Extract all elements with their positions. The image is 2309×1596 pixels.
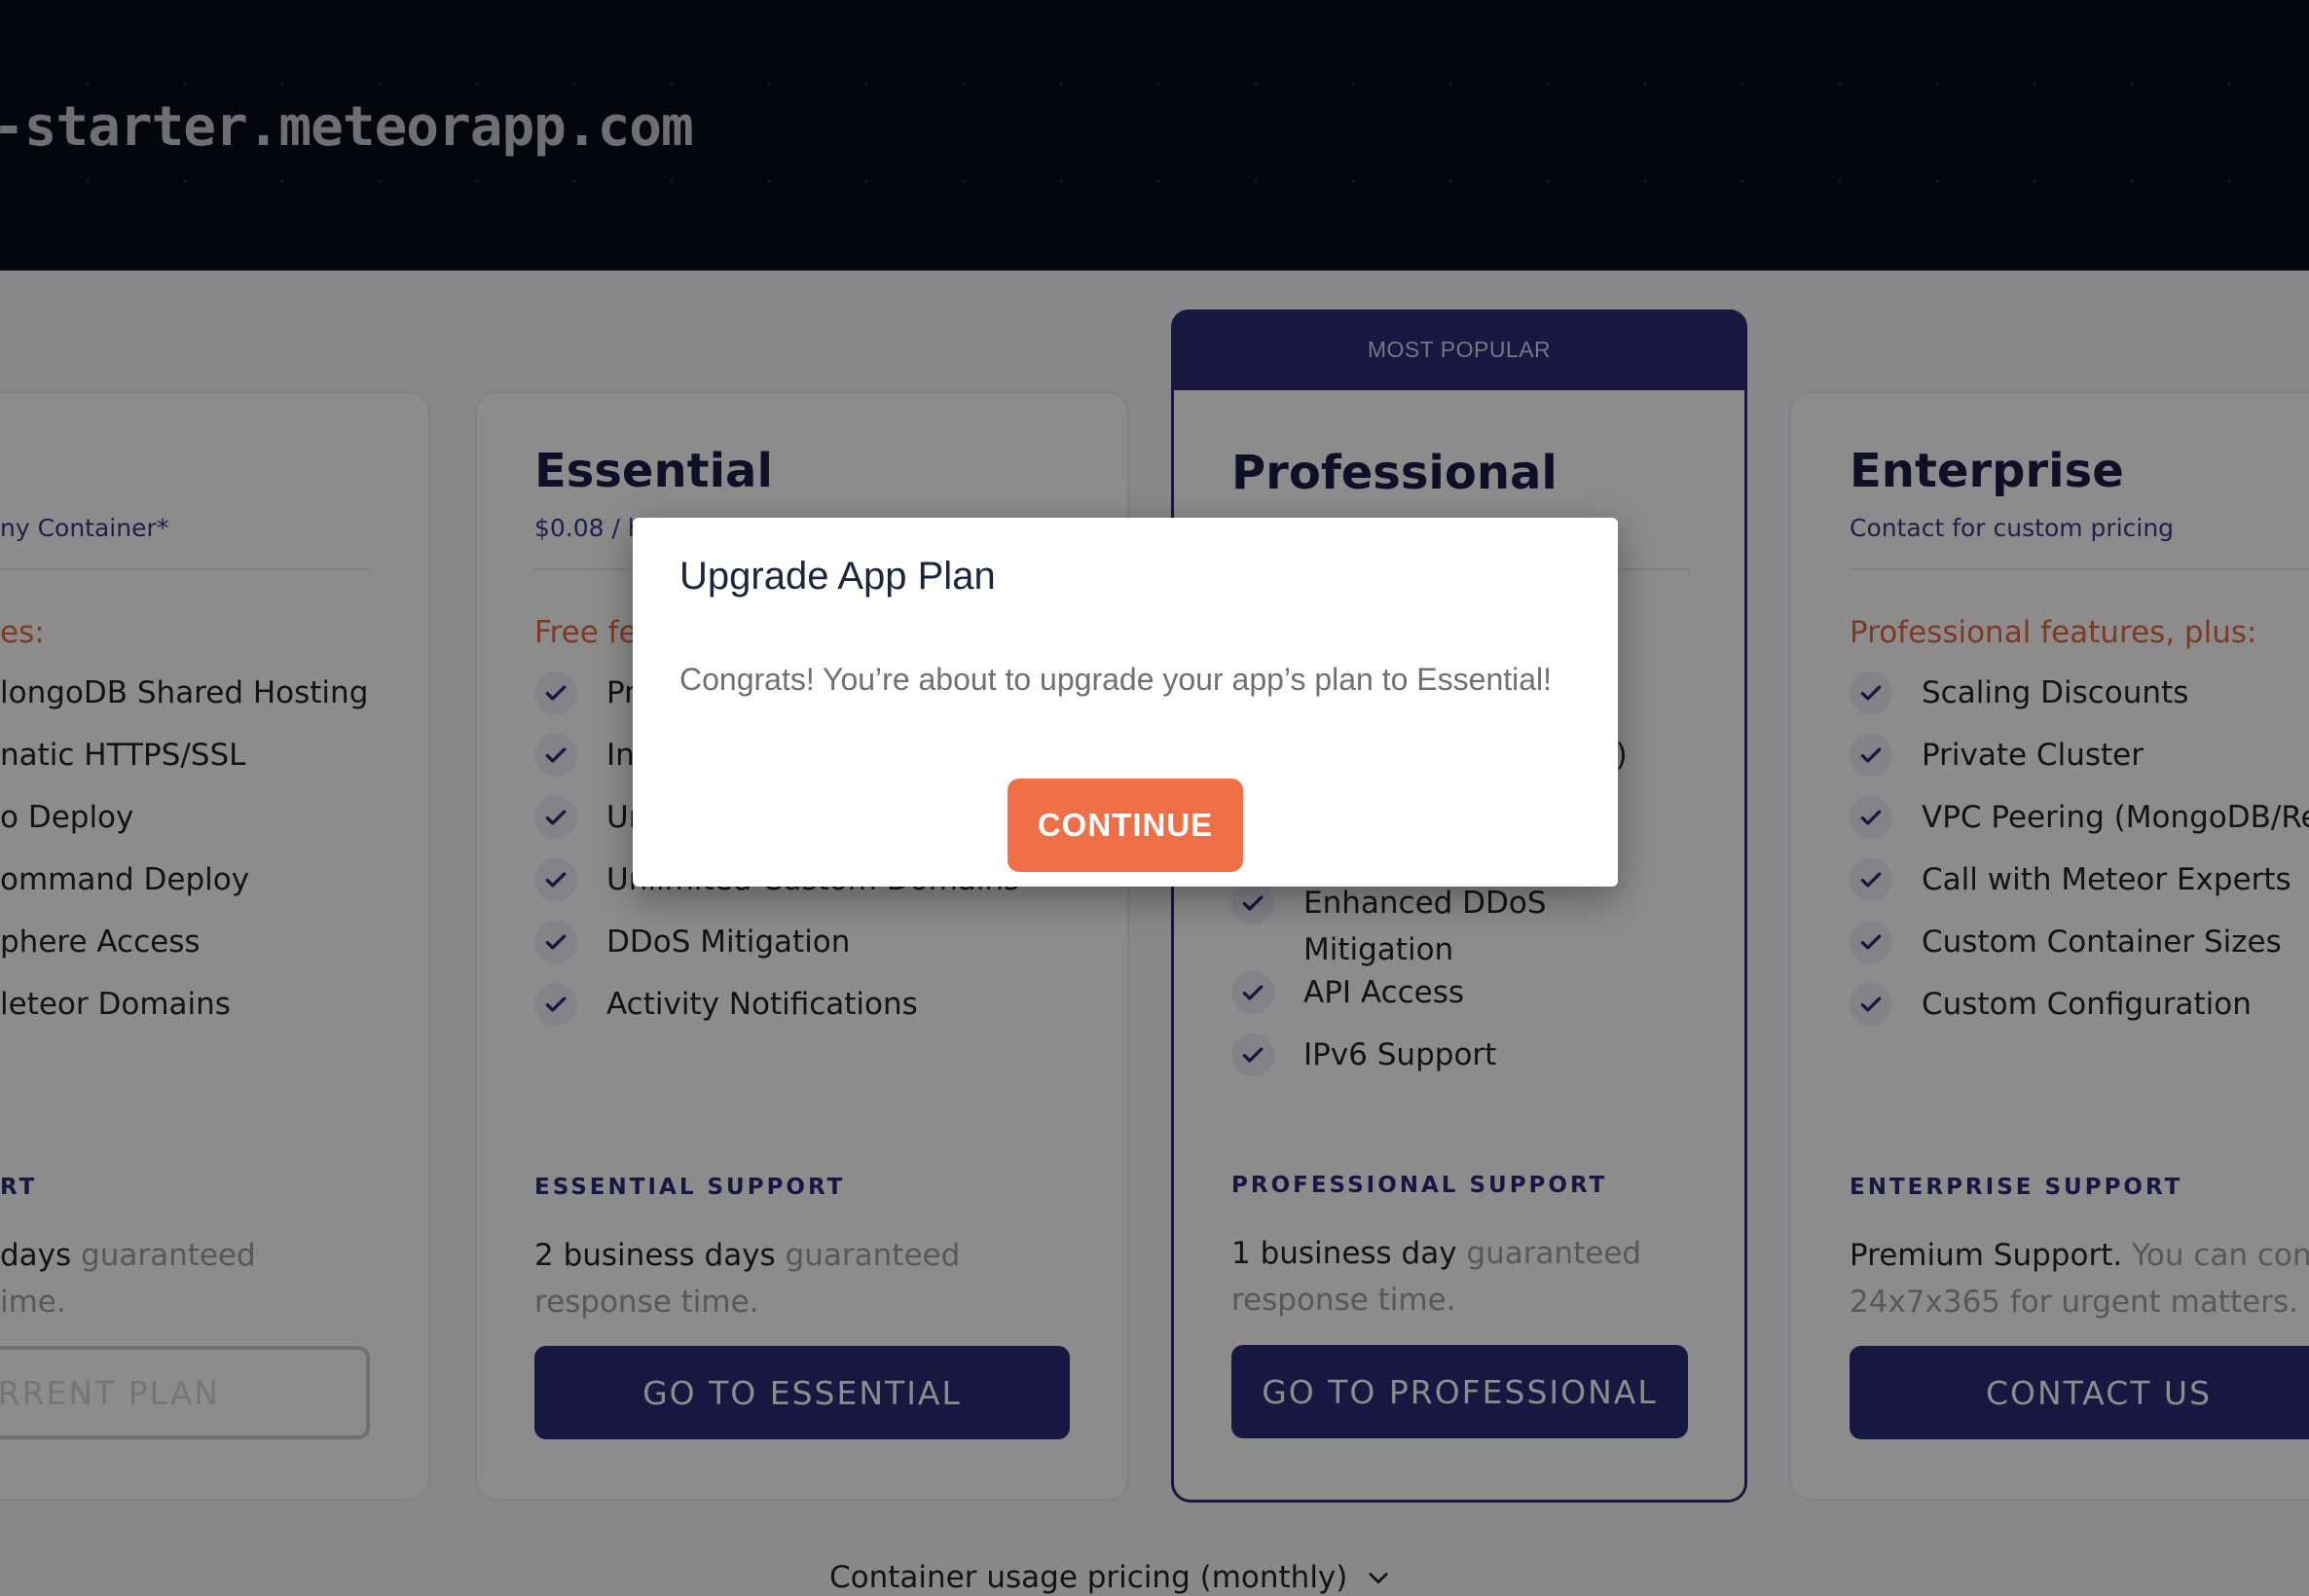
upgrade-plan-dialog: Upgrade App Plan Congrats! You’re about …	[633, 518, 1618, 887]
dialog-title: Upgrade App Plan	[679, 555, 996, 598]
continue-button[interactable]: CONTINUE	[1008, 779, 1243, 872]
dialog-message: Congrats! You’re about to upgrade your a…	[679, 662, 1553, 697]
